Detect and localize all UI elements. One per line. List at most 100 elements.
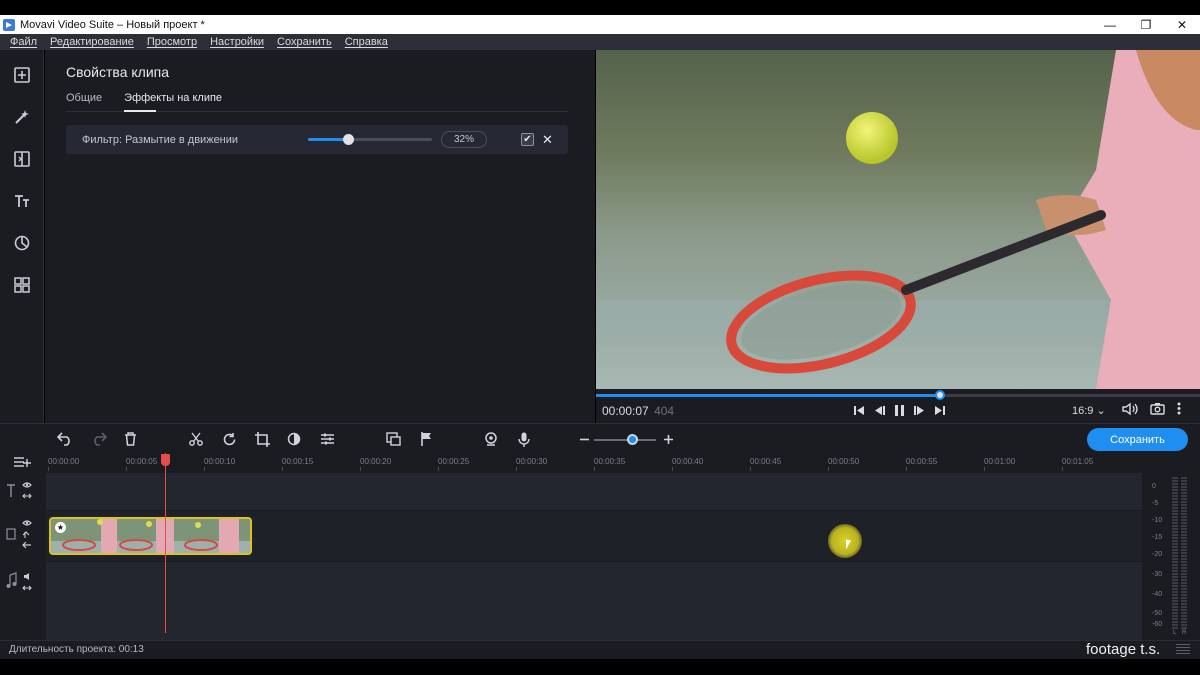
playhead[interactable] bbox=[161, 453, 170, 633]
time-ruler[interactable]: 00:00:00 00:00:05 00:00:10 00:00:15 00:00:20… bbox=[46, 453, 1142, 471]
filter-label: Фильтр: Размытие в движении bbox=[82, 133, 239, 146]
microphone-icon[interactable] bbox=[515, 430, 533, 448]
menu-edit[interactable]: Редактирование bbox=[50, 36, 134, 48]
ruler-tick: 00:00:50 bbox=[828, 457, 860, 471]
zoom-slider-handle[interactable] bbox=[627, 434, 638, 445]
apply-check-icon[interactable]: ✔ bbox=[521, 133, 534, 146]
aspect-ratio-dropdown[interactable]: 16:9 ⌄ bbox=[1072, 404, 1106, 417]
save-button[interactable]: Сохранить bbox=[1087, 428, 1188, 451]
meter-label: -40 bbox=[1152, 591, 1163, 598]
video-preview[interactable] bbox=[596, 50, 1200, 389]
ruler-tick: 00:01:00 bbox=[984, 457, 1016, 471]
footage-watermark: footage t.s. bbox=[1086, 641, 1161, 658]
title-track-header bbox=[3, 479, 45, 508]
remove-filter-icon[interactable]: ✕ bbox=[542, 132, 553, 148]
timecode-frames: 404 bbox=[654, 404, 675, 418]
color-adjust-icon[interactable] bbox=[285, 430, 303, 448]
more-tools-icon[interactable] bbox=[7, 270, 37, 300]
crop-icon[interactable] bbox=[253, 430, 271, 448]
skip-end-icon[interactable] bbox=[932, 403, 946, 417]
add-track-icon[interactable] bbox=[13, 455, 31, 472]
timeline: 00:00:00 00:00:05 00:00:10 00:00:15 00:00:20… bbox=[0, 453, 1200, 640]
properties-tabs: Общие Эффекты на клипе bbox=[66, 92, 568, 112]
ruler-tick: 00:00:40 bbox=[672, 457, 704, 471]
next-frame-icon[interactable] bbox=[912, 403, 926, 417]
menu-file[interactable]: Файл bbox=[10, 36, 37, 48]
title-bar: Movavi Video Suite – Новый проект * — ❐ … bbox=[0, 15, 1200, 34]
prev-frame-icon[interactable] bbox=[872, 403, 886, 417]
meter-label: -5 bbox=[1152, 500, 1159, 507]
filters-icon[interactable] bbox=[7, 228, 37, 258]
ruler-tick: 00:00:10 bbox=[204, 457, 236, 471]
resize-grip-icon[interactable] bbox=[1176, 644, 1190, 656]
seek-fill bbox=[596, 394, 940, 397]
meter-label: -15 bbox=[1152, 534, 1163, 541]
clip-properties-icon[interactable] bbox=[318, 430, 336, 448]
mouse-cursor-icon bbox=[846, 539, 851, 551]
project-duration: Длительность проекта: 00:13 bbox=[9, 644, 144, 655]
mouse-highlight bbox=[828, 524, 862, 558]
rotate-icon[interactable] bbox=[220, 430, 238, 448]
seek-bar[interactable] bbox=[596, 390, 1200, 400]
pause-icon[interactable] bbox=[892, 403, 906, 417]
filter-value-field[interactable]: 32% bbox=[441, 131, 487, 148]
ruler-tick: 00:01:05 bbox=[1062, 457, 1094, 471]
ruler-tick: 00:00:25 bbox=[438, 457, 470, 471]
transition-icon[interactable] bbox=[7, 144, 37, 174]
webcam-icon[interactable] bbox=[482, 430, 500, 448]
redo-icon[interactable] bbox=[89, 430, 107, 448]
clip-properties-panel: Свойства клипа Общие Эффекты на клипе Фи… bbox=[45, 50, 595, 423]
skip-start-icon[interactable] bbox=[852, 403, 866, 417]
minimize-button[interactable]: — bbox=[1092, 18, 1128, 32]
audio-track-header bbox=[3, 571, 45, 598]
ruler-tick: 00:00:45 bbox=[750, 457, 782, 471]
zoom-in-icon[interactable] bbox=[659, 430, 677, 448]
meter-label: 0 bbox=[1152, 483, 1156, 490]
player-extra-controls bbox=[1122, 402, 1181, 419]
title-track[interactable] bbox=[46, 473, 1142, 510]
delete-icon[interactable] bbox=[121, 430, 139, 448]
seek-handle[interactable] bbox=[935, 390, 945, 400]
slider-handle[interactable] bbox=[343, 134, 354, 145]
audio-level-meter: 0 -5 -10 -15 -20 -30 -40 -50 -60 L R bbox=[1148, 473, 1196, 637]
status-bar: Длительность проекта: 00:13 bbox=[0, 640, 1200, 659]
video-clip[interactable]: ★ bbox=[49, 517, 252, 555]
menu-save[interactable]: Сохранить bbox=[277, 36, 332, 48]
filter-row: Фильтр: Размытие в движении 32% ✔ ✕ bbox=[66, 125, 568, 154]
ruler-tick: 00:00:00 bbox=[48, 457, 80, 471]
meter-label: -50 bbox=[1152, 610, 1163, 617]
timecode: 00:00:07 404 bbox=[602, 404, 674, 418]
audio-track[interactable] bbox=[46, 562, 1142, 640]
tab-general[interactable]: Общие bbox=[66, 92, 102, 111]
snapshot-camera-icon[interactable] bbox=[1150, 402, 1165, 419]
menu-view[interactable]: Просмотр bbox=[147, 36, 197, 48]
filter-strength-slider[interactable] bbox=[308, 134, 432, 145]
favorite-star-icon[interactable]: ★ bbox=[55, 522, 66, 533]
timecode-value: 00:00:07 bbox=[602, 404, 649, 418]
maximize-button[interactable]: ❐ bbox=[1128, 18, 1164, 32]
timeline-toolbar: Сохранить bbox=[0, 423, 1200, 453]
ruler-tick: 00:00:30 bbox=[516, 457, 548, 471]
more-options-icon[interactable] bbox=[1177, 402, 1181, 419]
zoom-slider-track[interactable] bbox=[594, 439, 656, 441]
overlay-icon[interactable] bbox=[384, 430, 402, 448]
tool-sidebar bbox=[0, 50, 44, 423]
menu-settings[interactable]: Настройки bbox=[210, 36, 264, 48]
meter-channel-right: R bbox=[1182, 630, 1187, 636]
magic-wand-icon[interactable] bbox=[7, 102, 37, 132]
tab-clip-effects[interactable]: Эффекты на клипе bbox=[124, 92, 222, 112]
volume-icon[interactable] bbox=[1122, 402, 1138, 419]
import-icon[interactable] bbox=[7, 60, 37, 90]
meter-bar-right bbox=[1181, 477, 1187, 629]
cut-scissors-icon[interactable] bbox=[187, 430, 205, 448]
ruler-tick: 00:00:55 bbox=[906, 457, 938, 471]
titles-icon[interactable] bbox=[7, 186, 37, 216]
undo-icon[interactable] bbox=[56, 430, 74, 448]
meter-bar-left bbox=[1172, 477, 1178, 629]
panel-title: Свойства клипа bbox=[66, 64, 170, 80]
marker-flag-icon[interactable] bbox=[417, 430, 435, 448]
close-button[interactable]: ✕ bbox=[1164, 18, 1200, 32]
meter-label: -60 bbox=[1152, 621, 1163, 628]
zoom-out-icon[interactable] bbox=[575, 430, 593, 448]
menu-help[interactable]: Справка bbox=[345, 36, 388, 48]
